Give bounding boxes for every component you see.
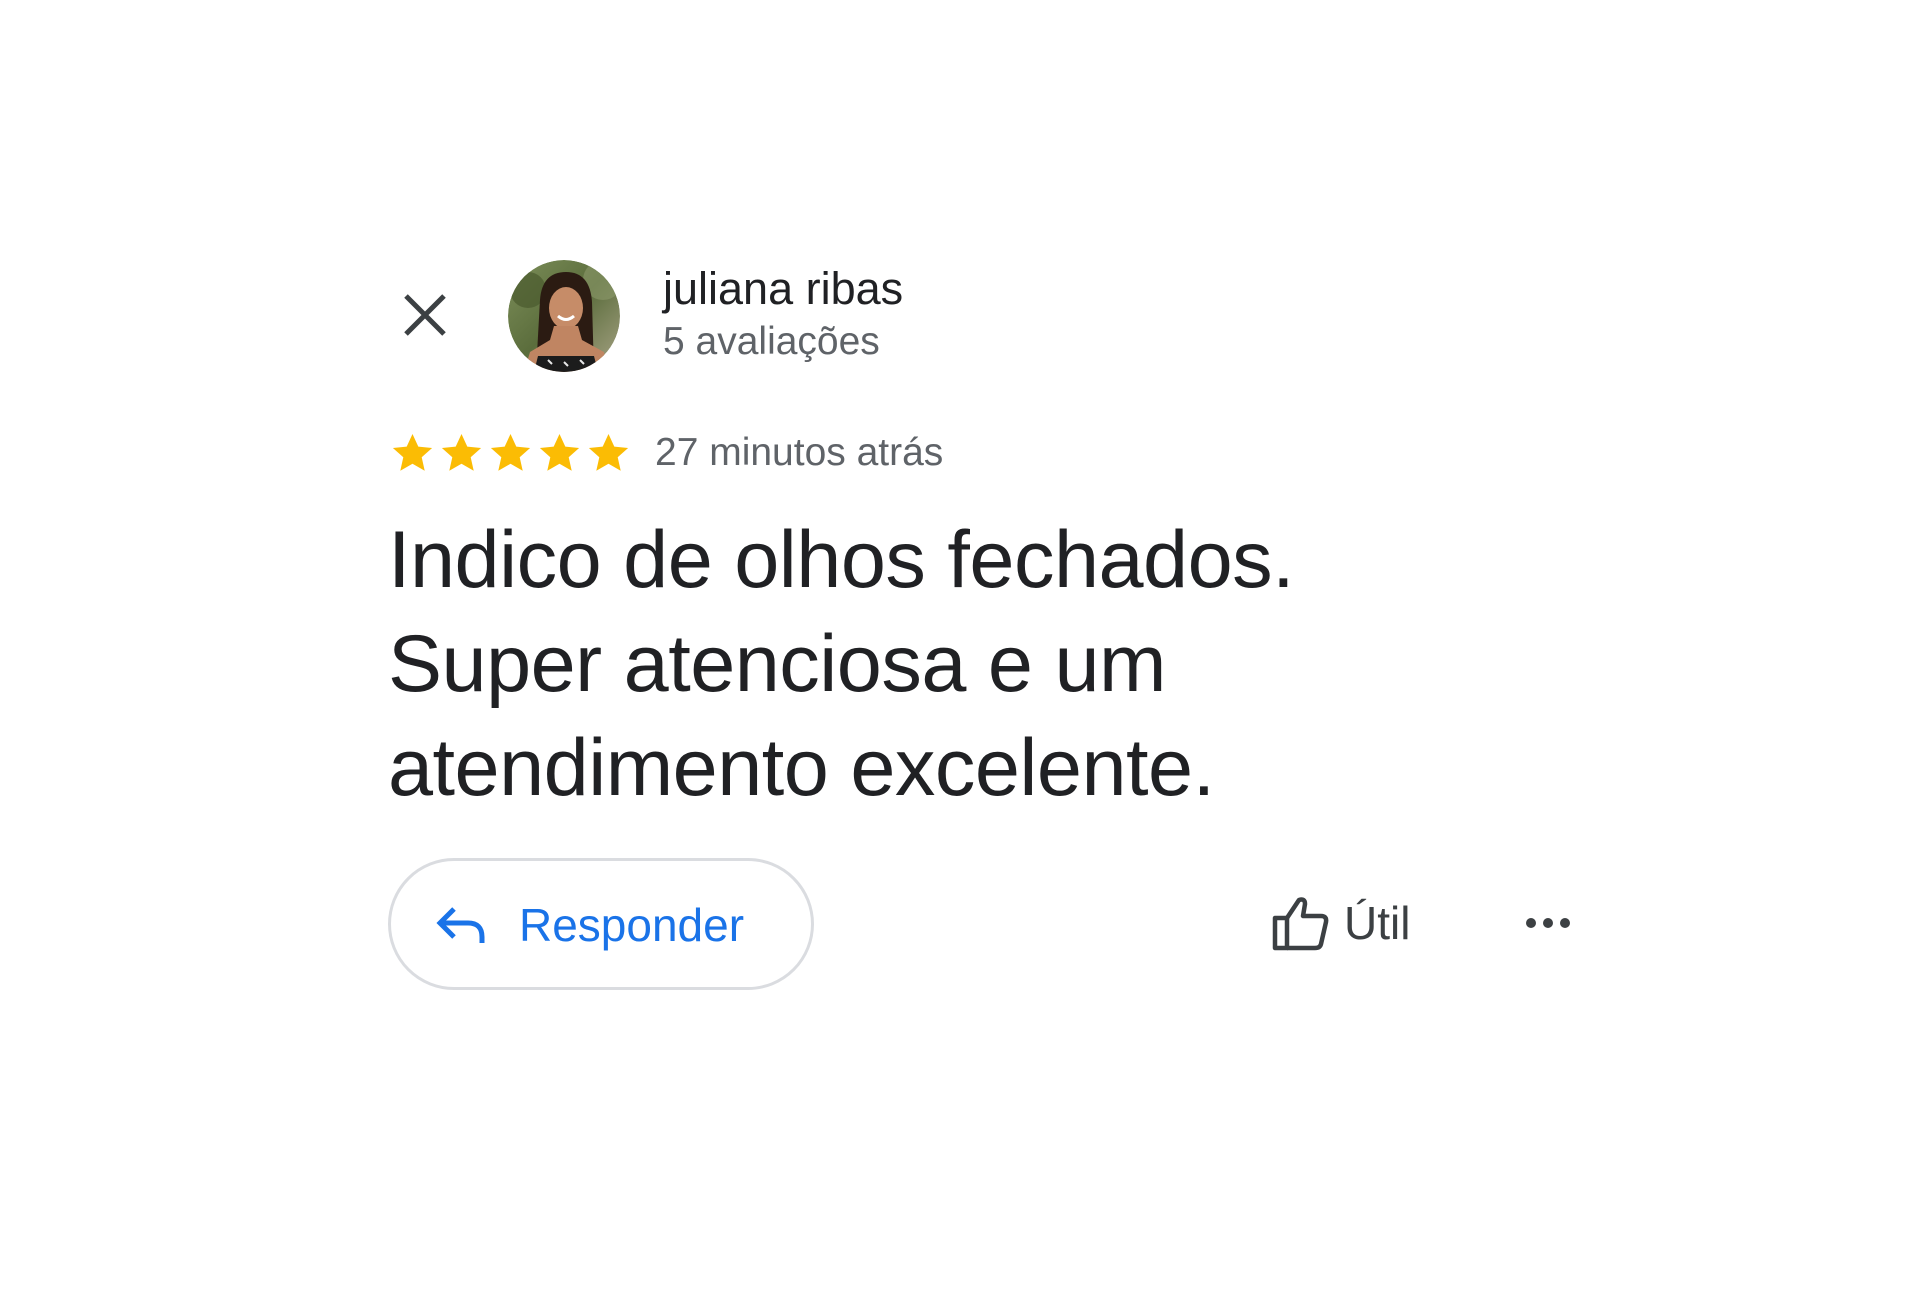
star-icon xyxy=(588,434,629,471)
star-rating xyxy=(388,428,633,478)
thumbs-up-icon xyxy=(1272,897,1329,951)
review-line: atendimento excelente. xyxy=(388,723,1215,813)
helpful-button[interactable]: Útil xyxy=(1268,888,1438,958)
more-options-button[interactable] xyxy=(1520,898,1576,948)
close-icon xyxy=(404,294,446,336)
reviewer-review-count: 5 avaliações xyxy=(663,320,880,363)
user-avatar xyxy=(508,260,620,372)
star-icon xyxy=(392,434,433,471)
reply-arrow-icon xyxy=(436,907,485,943)
review-timestamp: 27 minutos atrás xyxy=(655,431,944,474)
review-line: Indico de olhos fechados. xyxy=(388,515,1295,605)
more-horizontal-icon xyxy=(1526,918,1570,928)
review-line: Super atenciosa e um xyxy=(388,619,1166,709)
star-icon xyxy=(539,434,580,471)
reply-button-label: Responder xyxy=(519,899,745,951)
reviewer-name[interactable]: juliana ribas xyxy=(663,262,903,316)
avatar[interactable] xyxy=(508,260,620,372)
reply-button[interactable]: Responder xyxy=(388,858,814,990)
close-button[interactable] xyxy=(395,285,455,345)
star-icon xyxy=(490,434,531,471)
review-text: Indico de olhos fechados. Super atencios… xyxy=(388,508,1488,820)
star-icon xyxy=(441,434,482,471)
helpful-button-label: Útil xyxy=(1344,897,1411,949)
